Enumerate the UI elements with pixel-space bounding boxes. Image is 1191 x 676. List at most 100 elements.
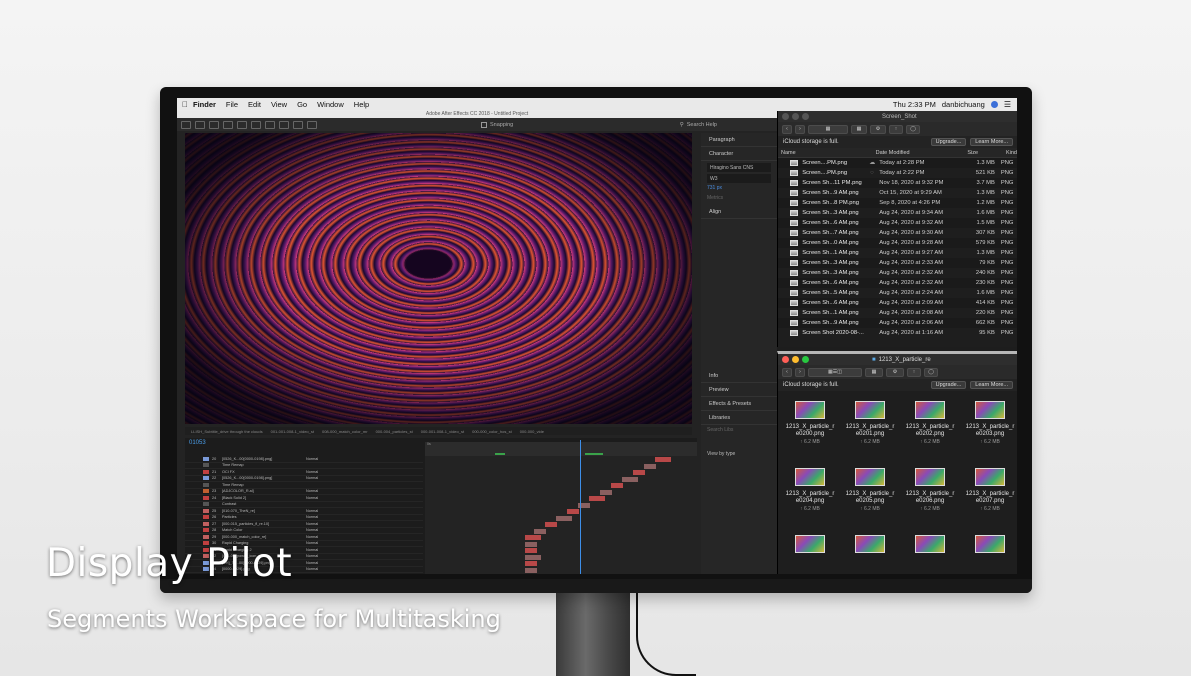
viewer-tab[interactable]: 000-004_particles_st (376, 429, 413, 434)
viewer-tab[interactable]: 001-001-008-1_video_st (271, 429, 314, 434)
file-row[interactable]: Screen Sh...5 AM.png Aug 24, 2020 at 2:24… (778, 288, 1017, 298)
file-row[interactable]: Screen Shot 2020-08-... Aug 24, 2020 at 1… (778, 328, 1017, 338)
layer-color-swatch[interactable] (203, 463, 209, 468)
layer-mode[interactable]: Normal (306, 548, 336, 552)
menu-app-name[interactable]: Finder (193, 100, 216, 109)
layer-color-swatch[interactable] (203, 476, 209, 481)
snapping-checkbox[interactable] (481, 121, 487, 128)
image-thumbnail[interactable] (975, 468, 1005, 486)
file-row[interactable]: Screen Sh...6 AM.png Aug 24, 2020 at 9:32… (778, 218, 1017, 228)
file-row[interactable]: Screen Sh...6 AM.png Aug 24, 2020 at 2:09… (778, 298, 1017, 308)
zoom-icon[interactable] (802, 113, 809, 120)
share-icon[interactable]: ↑ (907, 367, 921, 377)
image-thumbnail[interactable] (795, 535, 825, 553)
viewer-tab[interactable]: 000-001-008-1_video_st (421, 429, 464, 434)
gear-icon[interactable]: ⚙ (870, 124, 886, 134)
layer-duration-bar[interactable] (567, 509, 579, 514)
back-icon[interactable]: ‹ (782, 124, 792, 134)
pan-behind-tool-icon[interactable] (251, 120, 261, 129)
panel-paragraph[interactable]: Paragraph (701, 133, 777, 147)
layer-name[interactable]: [Black Solid 2] (222, 496, 306, 500)
rotate-tool-icon[interactable] (223, 120, 233, 129)
file-row[interactable]: Screen Sh...8 PM.png Sep 8, 2020 at 4:26 … (778, 198, 1017, 208)
image-thumbnail[interactable] (915, 468, 945, 486)
font-family-select[interactable]: Hiragino Sans CNS (707, 163, 771, 172)
layer-mode[interactable]: Normal (306, 457, 336, 461)
layer-color-swatch[interactable] (203, 489, 209, 494)
layer-duration-bar[interactable] (534, 528, 546, 534)
layer-duration-bar[interactable] (589, 496, 605, 501)
share-icon[interactable]: ↑ (889, 124, 903, 134)
font-size-value[interactable]: 731 px (707, 185, 771, 193)
file-icon-item[interactable] (900, 531, 960, 574)
file-icon-item[interactable]: 1213_X_particle_r e0200.png ↑ 6.2 MB (780, 397, 840, 464)
zoom-icon[interactable] (802, 356, 809, 363)
group-icon[interactable]: ▦ (851, 124, 867, 134)
layer-duration-bar[interactable] (556, 515, 572, 521)
file-row[interactable]: Screen Sh...6 AM.png Aug 24, 2020 at 2:32… (778, 278, 1017, 288)
close-icon[interactable] (782, 356, 789, 363)
image-thumbnail[interactable] (855, 401, 885, 419)
menu-edit[interactable]: Edit (248, 100, 261, 109)
menubar-clock[interactable]: Thu 2:33 PM (893, 100, 936, 109)
layer-color-swatch[interactable] (203, 495, 209, 500)
panel-character[interactable]: Character (701, 147, 777, 161)
siri-icon[interactable] (990, 101, 998, 108)
learn-more-button[interactable]: Learn More... (970, 381, 1013, 389)
layer-name[interactable]: Match Color (222, 528, 306, 532)
close-icon[interactable] (782, 113, 789, 120)
file-icon-item[interactable]: 1213_X_particle_r e0201.png ↑ 6.2 MB (840, 397, 900, 464)
layer-mode[interactable]: Normal (306, 470, 336, 474)
file-row[interactable]: Screen Sh...3 AM.png Aug 24, 2020 at 2:32… (778, 268, 1017, 278)
file-row[interactable]: Screen Sh...9 AM.png Oct 15, 2020 at 9:29… (778, 188, 1017, 198)
layer-mode[interactable]: Normal (306, 509, 336, 513)
layer-duration-bar[interactable] (622, 476, 638, 482)
file-icon-item[interactable]: 1213_X_particle_r e0206.png ↑ 6.2 MB (900, 464, 960, 531)
file-row[interactable]: Screen Sh...11 PM.png Nov 18, 2020 at 9:3… (778, 178, 1017, 188)
snapping-toggle[interactable]: Snapping (481, 121, 513, 128)
col-size[interactable]: Size (967, 150, 1006, 156)
layer-duration-bar[interactable] (525, 548, 537, 553)
group-icon[interactable]: ▦ (865, 367, 883, 377)
control-center-icon[interactable]: ☰ (1004, 100, 1011, 109)
pen-tool-icon[interactable] (265, 120, 275, 129)
gear-icon[interactable]: ⚙ (886, 367, 904, 377)
layer-mode[interactable]: Normal (306, 567, 336, 571)
file-row[interactable]: Screen....PM.png ◌ Today at 2:22 PM 521 KB P… (778, 168, 1017, 178)
image-thumbnail[interactable] (795, 468, 825, 486)
layer-mode[interactable]: Normal (306, 561, 336, 565)
menu-file[interactable]: File (226, 100, 238, 109)
type-tool-icon[interactable] (279, 120, 289, 129)
file-row[interactable]: Screen Sh...9 AM.png Aug 24, 2020 at 2:06… (778, 318, 1017, 328)
menu-go[interactable]: Go (297, 100, 307, 109)
timeline-ruler[interactable]: 0s (425, 442, 697, 456)
menu-view[interactable]: View (271, 100, 287, 109)
layer-color-swatch[interactable] (203, 521, 209, 526)
tag-icon[interactable]: ◯ (906, 124, 920, 134)
view-mode-icon[interactable]: ▦☰◫ (808, 367, 862, 377)
layer-name[interactable]: [000-000_match_color_re] (222, 535, 306, 539)
image-thumbnail[interactable] (795, 401, 825, 419)
selection-tool-icon[interactable] (181, 120, 191, 129)
layer-color-swatch[interactable] (203, 469, 209, 474)
puppet-tool-icon[interactable] (307, 120, 317, 129)
libraries-search[interactable]: Search Libs (707, 427, 771, 435)
file-row[interactable]: Screen Sh...1 AM.png Aug 24, 2020 at 2:08… (778, 308, 1017, 318)
file-row[interactable]: Screen....PM.png ☁ Today at 2:28 PM 1.3 MB P… (778, 158, 1017, 168)
image-thumbnail[interactable] (855, 468, 885, 486)
image-thumbnail[interactable] (915, 535, 945, 553)
col-name[interactable]: Name (778, 150, 876, 156)
view-by-type-dropdown[interactable]: View by type (707, 451, 771, 459)
layer-color-swatch[interactable] (203, 482, 209, 487)
file-row[interactable]: Screen Sh...3 AM.png Aug 24, 2020 at 2:33… (778, 258, 1017, 268)
file-icon-item[interactable]: 1213_X_particle_r e0205.png ↑ 6.2 MB (840, 464, 900, 531)
layer-mode[interactable]: Normal (306, 515, 336, 519)
file-icon-item[interactable]: 1213_X_particle_r e0204.png ↑ 6.2 MB (780, 464, 840, 531)
layer-duration-bar[interactable] (611, 483, 623, 488)
file-icon-item[interactable]: 1213_X_particle_r e0203.png ↑ 6.2 MB (960, 397, 1017, 464)
layer-duration-bar[interactable] (525, 535, 541, 540)
panel-preview[interactable]: Preview (701, 383, 777, 397)
file-icon-item[interactable] (840, 531, 900, 574)
layer-mode[interactable]: Normal (306, 522, 336, 526)
layer-mode[interactable]: Normal (306, 541, 336, 545)
